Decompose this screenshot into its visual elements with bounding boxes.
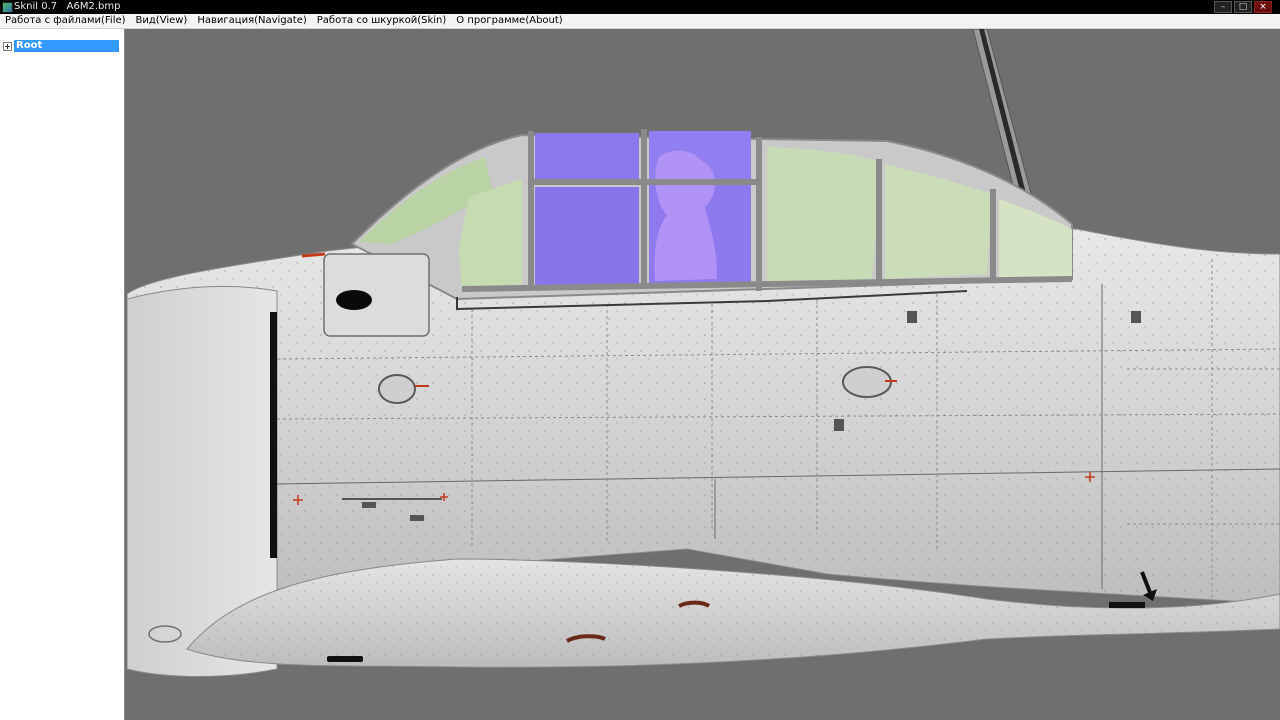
menu-view[interactable]: Вид(View) [131, 14, 193, 28]
canopy-pane-purple [535, 133, 639, 179]
3d-viewport[interactable] [127, 29, 1280, 720]
fuselage-render [127, 29, 1280, 720]
object-tree-panel[interactable]: Root [0, 29, 125, 720]
viewport-shadow [127, 679, 1280, 720]
cockpit-canopy [350, 129, 1073, 311]
menu-bar: Работа с файлами(File) Вид(View) Навигац… [0, 14, 1280, 29]
window-title: Sknil 0.7 A6M2.bmp [14, 1, 121, 12]
minimize-button[interactable]: – [1214, 1, 1232, 13]
tree-node-root[interactable]: Root [3, 40, 119, 52]
menu-file[interactable]: Работа с файлами(File) [0, 14, 131, 28]
menu-skin[interactable]: Работа со шкуркой(Skin) [312, 14, 452, 28]
maximize-button[interactable]: □ [1234, 1, 1252, 13]
title-bar: Sknil 0.7 A6M2.bmp – □ × [0, 0, 1280, 14]
menu-navigate[interactable]: Навигация(Navigate) [192, 14, 311, 28]
plus-box-icon[interactable] [3, 41, 12, 51]
access-hatch [323, 253, 430, 337]
menu-about[interactable]: О программе(About) [451, 14, 567, 28]
close-button[interactable]: × [1254, 1, 1272, 13]
app-icon [2, 2, 13, 13]
window-controls: – □ × [1214, 1, 1272, 13]
tree-node-root-label[interactable]: Root [14, 40, 119, 52]
